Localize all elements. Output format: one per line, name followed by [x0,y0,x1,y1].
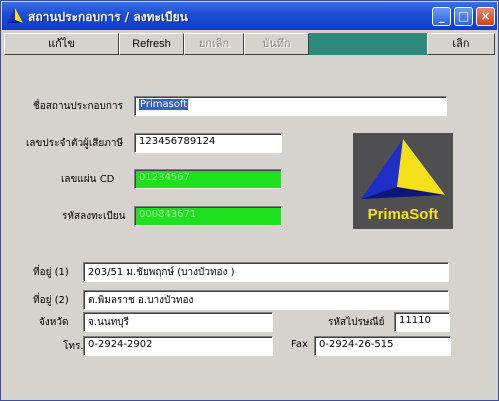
company-name-field[interactable]: Primasoft [134,96,447,116]
postcode-label: รหัสไปรษณีย์ [328,317,385,328]
tax-id-label: เลขประจำตัวผู้เสียภาษี [26,138,124,149]
maximize-button[interactable]: □ [454,7,473,26]
province-field[interactable]: จ.นนทบุรี [83,312,273,332]
close-button[interactable]: × [476,7,495,26]
primasoft-logo: PrimaSoft [353,133,453,229]
save-button[interactable]: บันทึก [244,33,309,55]
address2-field[interactable]: ต.พิมลราช อ.บางบัวทอง [83,290,449,310]
address1-label: ที่อยู่ (1) [33,267,69,278]
register-code-field[interactable]: 000843671 [134,206,282,226]
cd-number-field[interactable]: 01234567 [134,169,282,189]
cd-number-label: เลขแผ่น CD [61,174,115,185]
province-label: จังหวัด [39,317,69,328]
toolbar: แก้ไข Refresh ยกเลิก บันทึก เลิก [4,33,495,55]
company-name-label: ชื่อสถานประกอบการ [33,101,123,112]
edit-button[interactable]: แก้ไข [4,33,119,55]
tax-id-field[interactable]: 123456789124 [134,133,282,153]
phone-label: โทร. [63,341,84,352]
fax-field[interactable]: 0-2924-26-515 [314,336,451,356]
minimize-icon: _ [438,9,445,23]
postcode-field[interactable]: 11110 [394,312,450,332]
form-panel: ชื่อสถานประกอบการ Primasoft เลขประจำตัวผ… [5,58,495,398]
register-code-label: รหัสลงทะเบียน [62,211,126,222]
address1-field[interactable]: 203/51 ม.ชัยพฤกษ์ (บางบัวทอง ) [83,262,449,282]
logo-text: PrimaSoft [367,206,439,223]
pyramid-logo-icon [361,139,445,199]
toolbar-spacer [309,33,427,55]
minimize-button[interactable]: _ [432,7,451,26]
app-pyramid-icon [7,8,23,23]
window-title: สถานประกอบการ / ลงทะเบียน [28,10,188,24]
exit-button[interactable]: เลิก [427,33,495,55]
company-name-value: Primasoft [139,99,189,110]
close-icon: × [480,9,491,23]
cancel-button[interactable]: ยกเลิก [184,33,244,55]
title-bar[interactable]: สถานประกอบการ / ลงทะเบียน _ □ × [2,2,497,30]
main-window: สถานประกอบการ / ลงทะเบียน _ □ × แก้ไข Re… [0,0,499,401]
fax-label: Fax [291,339,308,350]
phone-field[interactable]: 0-2924-2902 [83,336,273,356]
refresh-button[interactable]: Refresh [119,33,184,55]
maximize-icon: □ [457,9,470,23]
address2-label: ที่อยู่ (2) [33,295,69,306]
